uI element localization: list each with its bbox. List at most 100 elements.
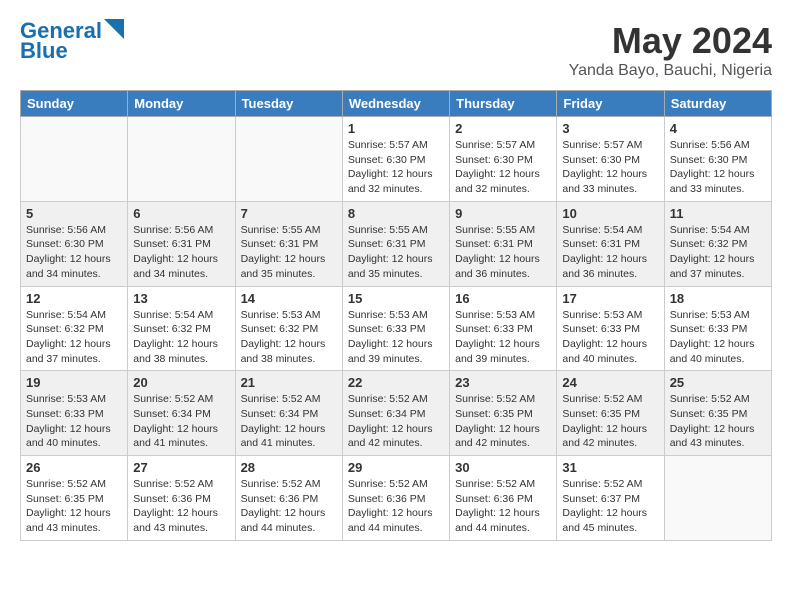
page-header: General Blue May 2024 Yanda Bayo, Bauchi… <box>20 20 772 80</box>
day-number: 7 <box>241 206 337 221</box>
page-subtitle: Yanda Bayo, Bauchi, Nigeria <box>569 62 772 80</box>
calendar-cell: 27 Sunrise: 5:52 AMSunset: 6:36 PMDayligh… <box>128 456 235 541</box>
calendar-cell: 24Sunrise: 5:52 AMSunset: 6:35 PMDayligh… <box>557 371 664 456</box>
day-info: Sunrise: 5:53 AMSunset: 6:32 PMDaylight:… <box>241 308 337 367</box>
calendar-cell <box>235 117 342 202</box>
day-info: Sunrise: 5:52 AMSunset: 6:35 PMDaylight:… <box>26 477 122 536</box>
day-info: Sunrise: 5:52 AMSunset: 6:34 PMDaylight:… <box>348 392 444 451</box>
day-number: 17 <box>562 291 658 306</box>
day-info: Sunrise: 5:53 AMSunset: 6:33 PMDaylight:… <box>562 308 658 367</box>
calendar-header-monday: Monday <box>128 91 235 117</box>
calendar-header-wednesday: Wednesday <box>342 91 449 117</box>
day-number: 23 <box>455 375 551 390</box>
calendar-header-saturday: Saturday <box>664 91 771 117</box>
day-number: 20 <box>133 375 229 390</box>
day-number: 3 <box>562 121 658 136</box>
day-number: 21 <box>241 375 337 390</box>
day-info: Sunrise: 5:52 AMSunset: 6:34 PMDaylight:… <box>133 392 229 451</box>
day-number: 28 <box>241 460 337 475</box>
day-info: Sunrise: 5:53 AMSunset: 6:33 PMDaylight:… <box>670 308 766 367</box>
calendar-cell: 19Sunrise: 5:53 AMSunset: 6:33 PMDayligh… <box>21 371 128 456</box>
day-info: Sunrise: 5:52 AMSunset: 6:35 PMDaylight:… <box>562 392 658 451</box>
day-info: Sunrise: 5:56 AMSunset: 6:31 PMDaylight:… <box>133 223 229 282</box>
day-number: 9 <box>455 206 551 221</box>
calendar-cell: 8 Sunrise: 5:55 AMSunset: 6:31 PMDaylight… <box>342 201 449 286</box>
calendar-table: SundayMondayTuesdayWednesdayThursdayFrid… <box>20 90 772 541</box>
calendar-cell: 31Sunrise: 5:52 AMSunset: 6:37 PMDayligh… <box>557 456 664 541</box>
day-info: Sunrise: 5:55 AMSunset: 6:31 PMDaylight:… <box>348 223 444 282</box>
day-number: 6 <box>133 206 229 221</box>
calendar-cell: 9 Sunrise: 5:55 AMSunset: 6:31 PMDaylight… <box>450 201 557 286</box>
calendar-cell: 13 Sunrise: 5:54 AMSunset: 6:32 PMDayligh… <box>128 286 235 371</box>
calendar-header-sunday: Sunday <box>21 91 128 117</box>
day-info: Sunrise: 5:52 AMSunset: 6:35 PMDaylight:… <box>670 392 766 451</box>
calendar-header-row: SundayMondayTuesdayWednesdayThursdayFrid… <box>21 91 772 117</box>
calendar-cell: 6 Sunrise: 5:56 AMSunset: 6:31 PMDaylight… <box>128 201 235 286</box>
day-info: Sunrise: 5:56 AMSunset: 6:30 PMDaylight:… <box>670 138 766 197</box>
calendar-cell: 23 Sunrise: 5:52 AMSunset: 6:35 PMDayligh… <box>450 371 557 456</box>
calendar-cell: 21 Sunrise: 5:52 AMSunset: 6:34 PMDayligh… <box>235 371 342 456</box>
day-info: Sunrise: 5:53 AMSunset: 6:33 PMDaylight:… <box>26 392 122 451</box>
calendar-cell <box>664 456 771 541</box>
calendar-cell: 7 Sunrise: 5:55 AMSunset: 6:31 PMDaylight… <box>235 201 342 286</box>
day-number: 8 <box>348 206 444 221</box>
day-number: 13 <box>133 291 229 306</box>
day-info: Sunrise: 5:54 AMSunset: 6:31 PMDaylight:… <box>562 223 658 282</box>
calendar-week-row: 12 Sunrise: 5:54 AMSunset: 6:32 PMDayligh… <box>21 286 772 371</box>
logo-arrow-icon <box>104 19 124 39</box>
day-number: 1 <box>348 121 444 136</box>
calendar-header-friday: Friday <box>557 91 664 117</box>
calendar-cell: 17 Sunrise: 5:53 AMSunset: 6:33 PMDayligh… <box>557 286 664 371</box>
day-number: 11 <box>670 206 766 221</box>
day-number: 15 <box>348 291 444 306</box>
day-number: 22 <box>348 375 444 390</box>
calendar-cell: 1Sunrise: 5:57 AMSunset: 6:30 PMDaylight… <box>342 117 449 202</box>
calendar-cell <box>128 117 235 202</box>
day-info: Sunrise: 5:52 AMSunset: 6:36 PMDaylight:… <box>133 477 229 536</box>
day-info: Sunrise: 5:55 AMSunset: 6:31 PMDaylight:… <box>455 223 551 282</box>
day-number: 10 <box>562 206 658 221</box>
calendar-cell: 5 Sunrise: 5:56 AMSunset: 6:30 PMDaylight… <box>21 201 128 286</box>
day-number: 18 <box>670 291 766 306</box>
day-number: 27 <box>133 460 229 475</box>
calendar-cell: 20 Sunrise: 5:52 AMSunset: 6:34 PMDayligh… <box>128 371 235 456</box>
calendar-week-row: 19Sunrise: 5:53 AMSunset: 6:33 PMDayligh… <box>21 371 772 456</box>
calendar-cell: 12 Sunrise: 5:54 AMSunset: 6:32 PMDayligh… <box>21 286 128 371</box>
calendar-week-row: 5 Sunrise: 5:56 AMSunset: 6:30 PMDaylight… <box>21 201 772 286</box>
day-info: Sunrise: 5:54 AMSunset: 6:32 PMDaylight:… <box>670 223 766 282</box>
day-info: Sunrise: 5:55 AMSunset: 6:31 PMDaylight:… <box>241 223 337 282</box>
calendar-week-row: 26 Sunrise: 5:52 AMSunset: 6:35 PMDayligh… <box>21 456 772 541</box>
day-info: Sunrise: 5:52 AMSunset: 6:34 PMDaylight:… <box>241 392 337 451</box>
day-info: Sunrise: 5:54 AMSunset: 6:32 PMDaylight:… <box>133 308 229 367</box>
day-info: Sunrise: 5:56 AMSunset: 6:30 PMDaylight:… <box>26 223 122 282</box>
title-area: May 2024 Yanda Bayo, Bauchi, Nigeria <box>569 20 772 80</box>
day-number: 2 <box>455 121 551 136</box>
day-number: 14 <box>241 291 337 306</box>
calendar-header-thursday: Thursday <box>450 91 557 117</box>
calendar-week-row: 1 Sunrise: 5:57 AMSunset: 6:30 PMDaylight… <box>21 117 772 202</box>
day-number: 25 <box>670 375 766 390</box>
calendar-cell <box>21 117 128 202</box>
calendar-cell: 4Sunrise: 5:56 AMSunset: 6:30 PMDaylight… <box>664 117 771 202</box>
day-number: 5 <box>26 206 122 221</box>
day-info: Sunrise: 5:52 AMSunset: 6:35 PMDaylight:… <box>455 392 551 451</box>
calendar-cell: 10 Sunrise: 5:54 AMSunset: 6:31 PMDayligh… <box>557 201 664 286</box>
logo-blue-text: Blue <box>20 40 68 62</box>
calendar-cell: 3 Sunrise: 5:57 AMSunset: 6:30 PMDaylight… <box>557 117 664 202</box>
calendar-header-tuesday: Tuesday <box>235 91 342 117</box>
day-info: Sunrise: 5:53 AMSunset: 6:33 PMDaylight:… <box>348 308 444 367</box>
calendar-cell: 22 Sunrise: 5:52 AMSunset: 6:34 PMDayligh… <box>342 371 449 456</box>
calendar-cell: 28Sunrise: 5:52 AMSunset: 6:36 PMDayligh… <box>235 456 342 541</box>
day-number: 12 <box>26 291 122 306</box>
calendar-cell: 29 Sunrise: 5:52 AMSunset: 6:36 PMDayligh… <box>342 456 449 541</box>
calendar-cell: 14 Sunrise: 5:53 AMSunset: 6:32 PMDayligh… <box>235 286 342 371</box>
calendar-cell: 16Sunrise: 5:53 AMSunset: 6:33 PMDayligh… <box>450 286 557 371</box>
day-info: Sunrise: 5:52 AMSunset: 6:36 PMDaylight:… <box>348 477 444 536</box>
day-number: 26 <box>26 460 122 475</box>
day-number: 29 <box>348 460 444 475</box>
day-info: Sunrise: 5:57 AMSunset: 6:30 PMDaylight:… <box>455 138 551 197</box>
day-info: Sunrise: 5:52 AMSunset: 6:37 PMDaylight:… <box>562 477 658 536</box>
day-info: Sunrise: 5:57 AMSunset: 6:30 PMDaylight:… <box>562 138 658 197</box>
calendar-cell: 25 Sunrise: 5:52 AMSunset: 6:35 PMDayligh… <box>664 371 771 456</box>
day-info: Sunrise: 5:54 AMSunset: 6:32 PMDaylight:… <box>26 308 122 367</box>
